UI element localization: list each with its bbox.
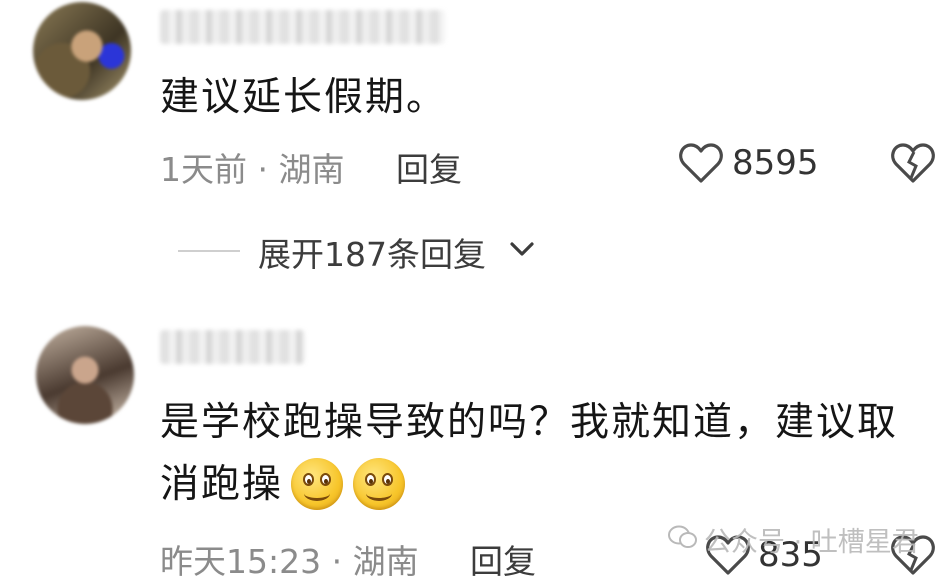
comment-text-line1: 是学校跑操导致的吗？我就知道，建议取 [160,400,899,445]
comment-meta: 昨天15:23 · 湖南 [160,542,419,581]
username-blurred[interactable] [160,330,305,364]
smiling-face-emoji-icon [291,458,343,510]
comment-item: 是学校跑操导致的吗？我就知道，建议取 消跑操 昨天15:23 · 湖南 回复 8… [0,0,945,581]
watermark-text: 公众号 · 吐槽星君 [704,527,919,558]
reply-button[interactable]: 回复 [470,535,536,583]
comment-text-line2: 消跑操 [160,462,284,507]
smiling-face-emoji-icon [353,458,405,510]
wechat-icon [668,525,697,548]
avatar[interactable] [36,326,134,424]
